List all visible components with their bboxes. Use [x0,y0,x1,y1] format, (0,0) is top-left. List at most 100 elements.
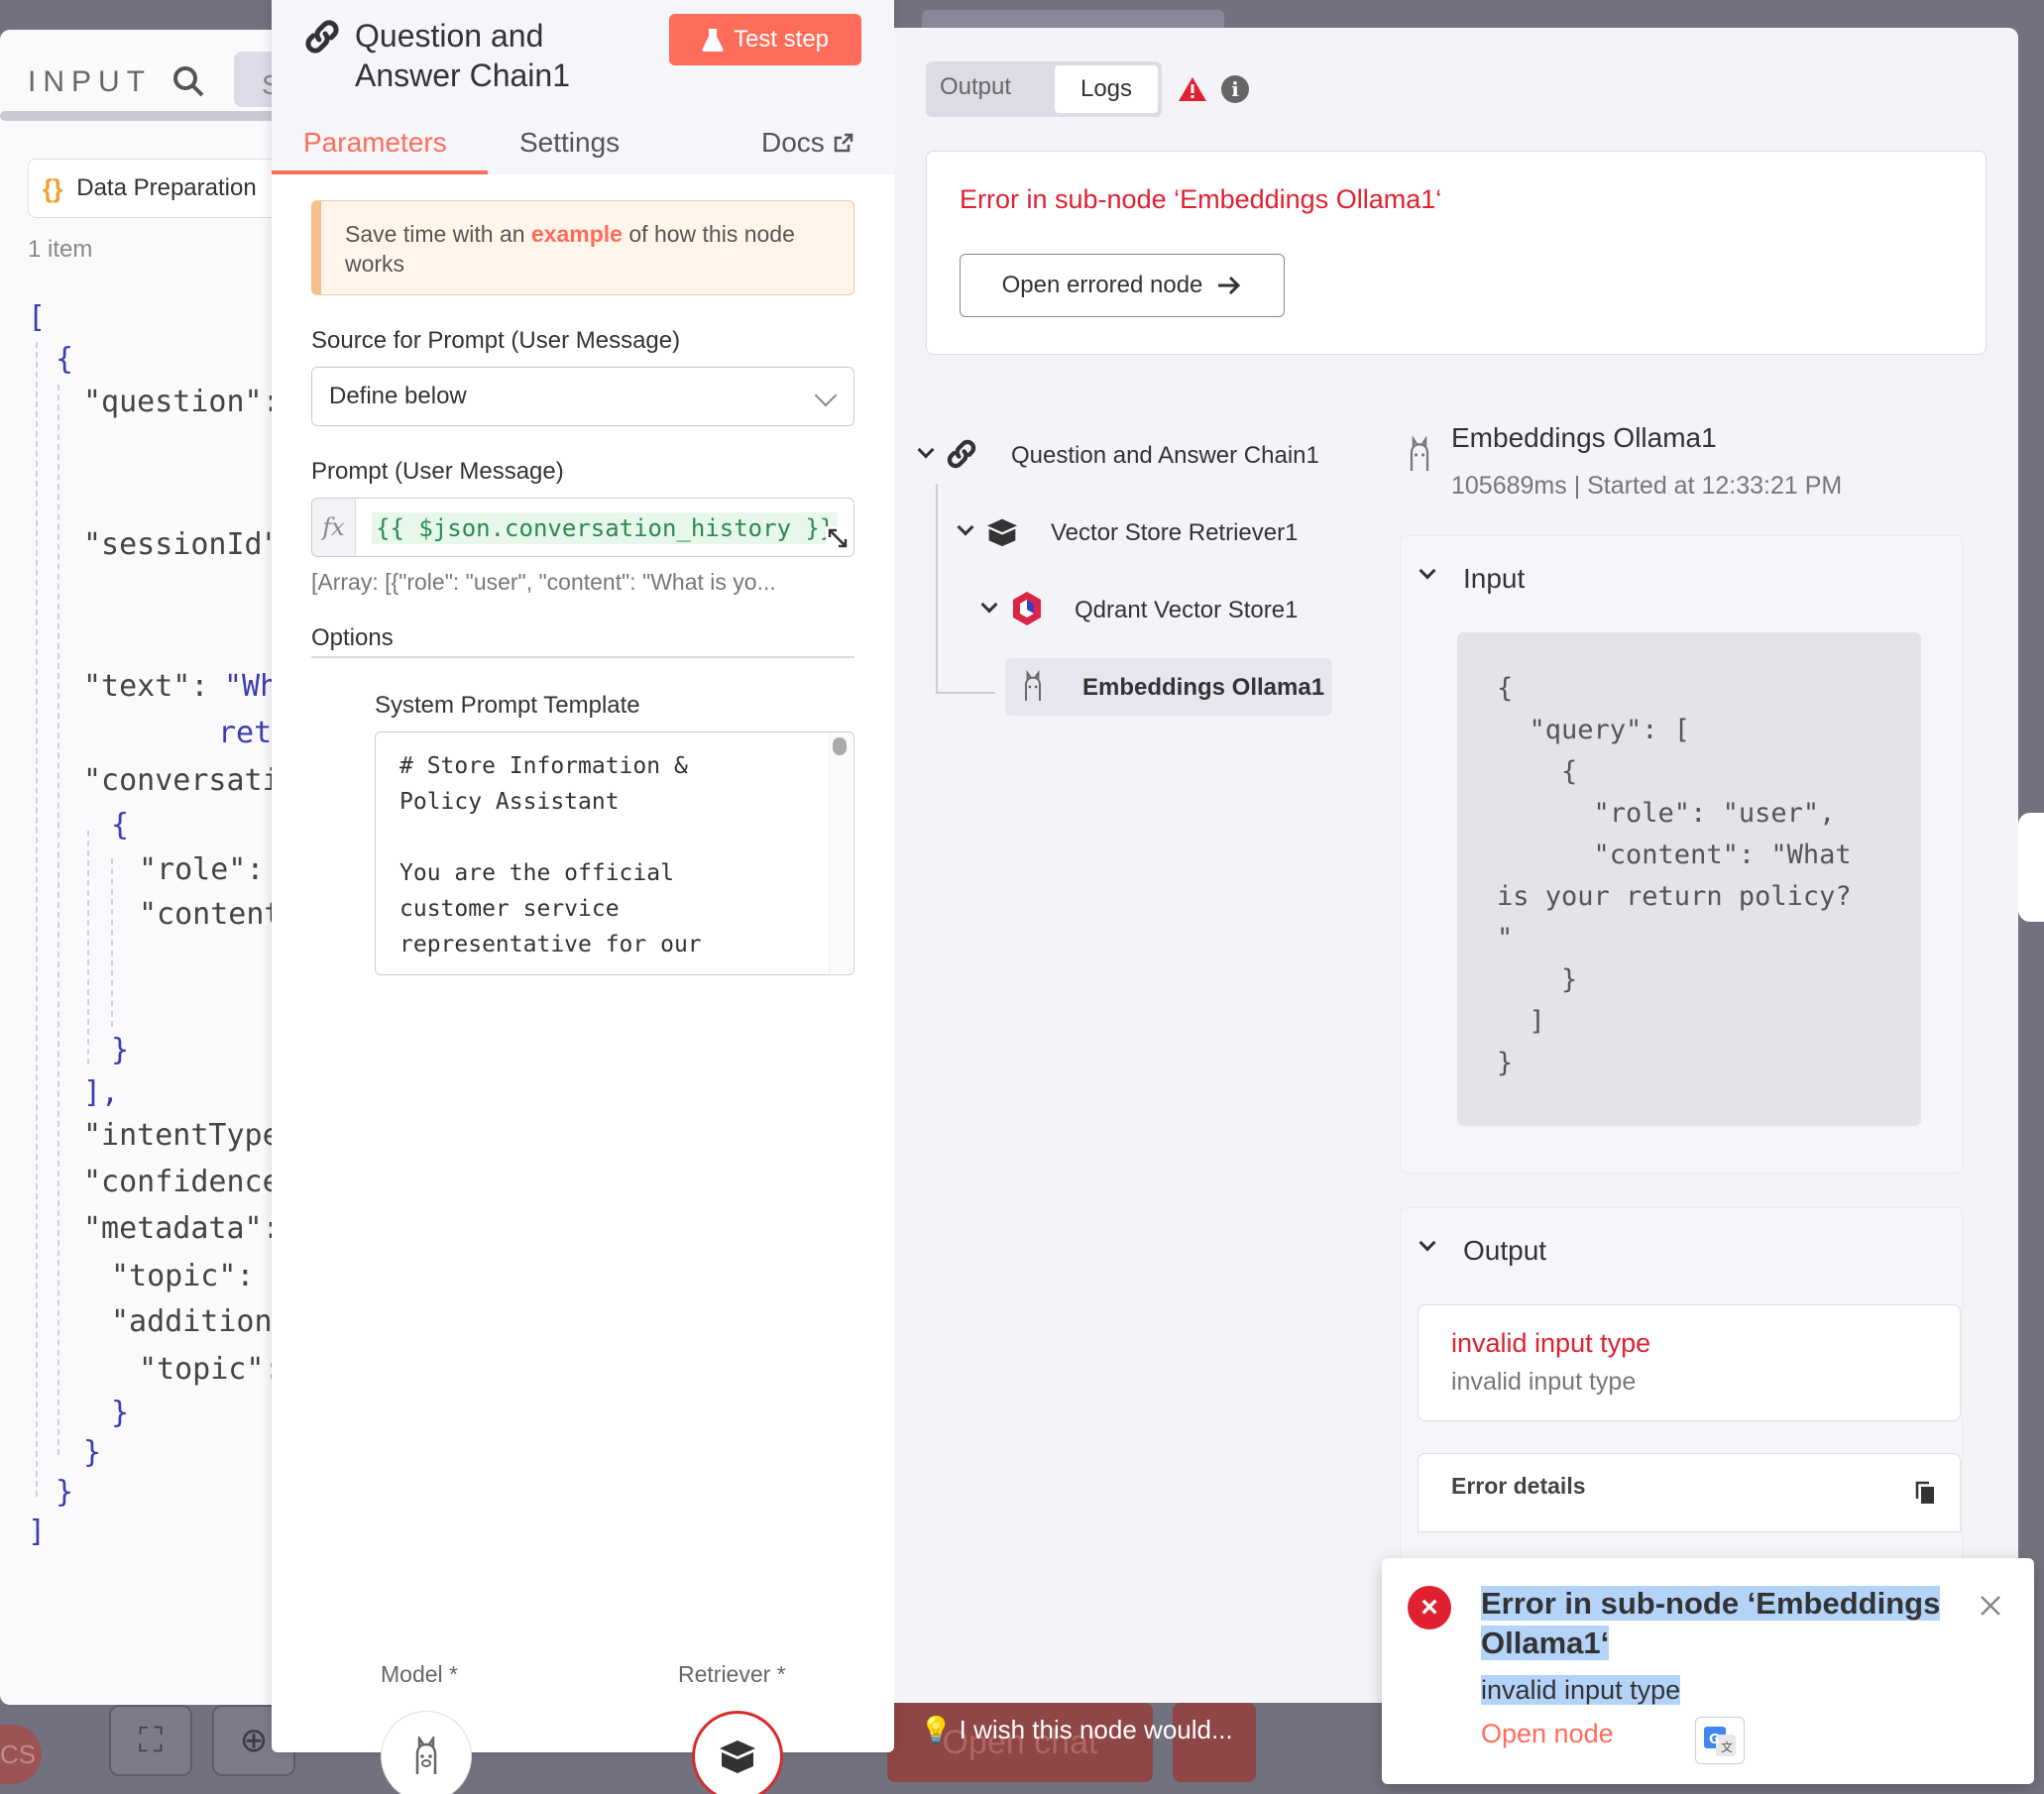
system-prompt-textarea[interactable]: # Store Information & Policy Assistant Y… [375,731,854,975]
prompt-label: Prompt (User Message) [311,458,564,485]
side-handle[interactable] [2018,813,2044,922]
json-line: ], [83,1075,120,1110]
test-step-button[interactable]: Test step [669,14,861,65]
json-guide [57,385,59,1455]
tree-connector [936,484,938,694]
link-icon [947,439,976,469]
link-icon [305,20,339,54]
copy-icon[interactable] [1915,1481,1935,1505]
json-line: "confidence [83,1165,281,1199]
feedback-prompt[interactable]: 💡 I wish this node would... [920,1715,1233,1745]
tree-item-qa-chain[interactable]: Question and Answer Chain1 [1011,442,1319,470]
json-line: "content [139,897,283,932]
output-error-title: invalid input type [1451,1328,1651,1358]
open-errored-node-button[interactable]: Open errored node [960,254,1285,317]
fullscreen-button[interactable]: ⛶ [109,1705,192,1776]
json-line: [ [28,300,47,335]
output-error-subtitle: invalid input type [1451,1368,1637,1396]
item-count: 1 item [28,236,93,263]
json-line: "Wh [224,669,279,704]
tree-connector [936,692,995,694]
toast-subtitle: invalid input type [1481,1675,1681,1705]
json-line: "conversati [83,763,281,798]
close-icon[interactable] [1977,1592,2004,1620]
json-line: } [111,1033,130,1067]
input-section-title[interactable]: Input [1463,563,1525,595]
warning-icon [1179,77,1206,101]
tab-settings[interactable]: Settings [519,127,620,159]
error-details-title: Error details [1451,1473,1586,1499]
json-line: { [111,808,130,842]
chevron-down-icon [814,384,838,407]
scroll-thumb[interactable] [833,737,847,755]
llama-icon [1025,670,1041,701]
json-guide [87,831,89,1065]
toast-title: Error in sub-node ‘Embeddings Ollama1‘ [1481,1586,1941,1660]
prompt-expression-field[interactable]: fx {{ $json.conversation_history }} [311,498,854,557]
textarea-scrollbar[interactable] [829,733,852,973]
json-line: "question": [83,385,281,419]
json-line: "role": [139,852,265,887]
svg-text:G: G [1709,1733,1720,1747]
tab-underline [272,170,488,174]
source-select[interactable]: Define below [311,367,854,426]
flask-icon [702,29,724,52]
example-link[interactable]: example [531,221,623,247]
model-label: Model * [381,1661,458,1687]
avatar[interactable]: CS [0,1725,42,1784]
json-line: "topic": [111,1259,255,1293]
json-line: ret [218,716,273,750]
json-icon: {} [43,172,63,203]
retriever-label: Retriever * [678,1661,786,1687]
box-icon [720,1740,755,1773]
svg-text:文: 文 [1721,1739,1733,1754]
output-tab[interactable]: Output [940,73,1011,101]
node-title[interactable]: Question and Answer Chain1 [355,16,632,95]
expand-icon[interactable] [825,525,851,551]
retriever-connector[interactable] [692,1711,783,1794]
json-line: "additiona [111,1304,290,1339]
toast-open-node-link[interactable]: Open node [1481,1719,1614,1749]
options-divider [311,656,854,658]
detail-title: Embeddings Ollama1 [1451,422,1717,453]
output-error-card [1418,1304,1961,1421]
prompt-expression-value: {{ $json.conversation_history }} [372,512,839,544]
error-card [926,151,1987,355]
options-label: Options [311,624,394,651]
output-section-title[interactable]: Output [1463,1235,1546,1267]
json-guide [36,342,38,1497]
box-icon [987,518,1017,547]
translate-icon[interactable]: G文 [1695,1717,1745,1764]
search-icon[interactable] [170,63,206,99]
error-icon: × [1408,1586,1451,1629]
json-line: } [111,1396,130,1430]
arrow-right-icon [1218,276,1241,295]
json-line: "text": [83,669,209,704]
input-code: { "query": [ { "role": "user", "content"… [1457,632,1921,1126]
json-line: "topic": [139,1352,283,1387]
lightbulb-icon: 💡 [920,1715,953,1744]
json-line: } [56,1475,74,1510]
tree-item-vector-store-retriever[interactable]: Vector Store Retriever1 [1051,519,1298,547]
json-line: ] [28,1514,47,1549]
detail-meta: 105689ms | Started at 12:33:21 PM [1451,472,1843,500]
json-line: { [56,342,74,377]
tree-item-embeddings[interactable]: Embeddings Ollama1 [1082,674,1324,702]
source-label: Source for Prompt (User Message) [311,327,681,354]
model-connector[interactable] [381,1711,472,1794]
tree-item-qdrant[interactable]: Qdrant Vector Store1 [1075,597,1298,624]
llama-icon [415,1737,437,1774]
json-line: "sessionId" [83,527,281,562]
input-divider [0,111,297,121]
json-line: "intentType [83,1118,281,1153]
info-icon[interactable]: i [1221,75,1249,103]
input-title: INPUT [28,65,152,98]
fx-icon: fx [312,499,356,556]
json-line: "metadata": [83,1211,281,1246]
logs-tab[interactable]: Logs [1055,65,1158,113]
json-line: } [83,1435,102,1470]
system-prompt-label: System Prompt Template [375,692,640,719]
tab-parameters[interactable]: Parameters [303,127,447,159]
tab-docs[interactable]: Docs [761,127,854,159]
error-title: Error in sub-node ‘Embeddings Ollama1‘ [960,184,1442,214]
